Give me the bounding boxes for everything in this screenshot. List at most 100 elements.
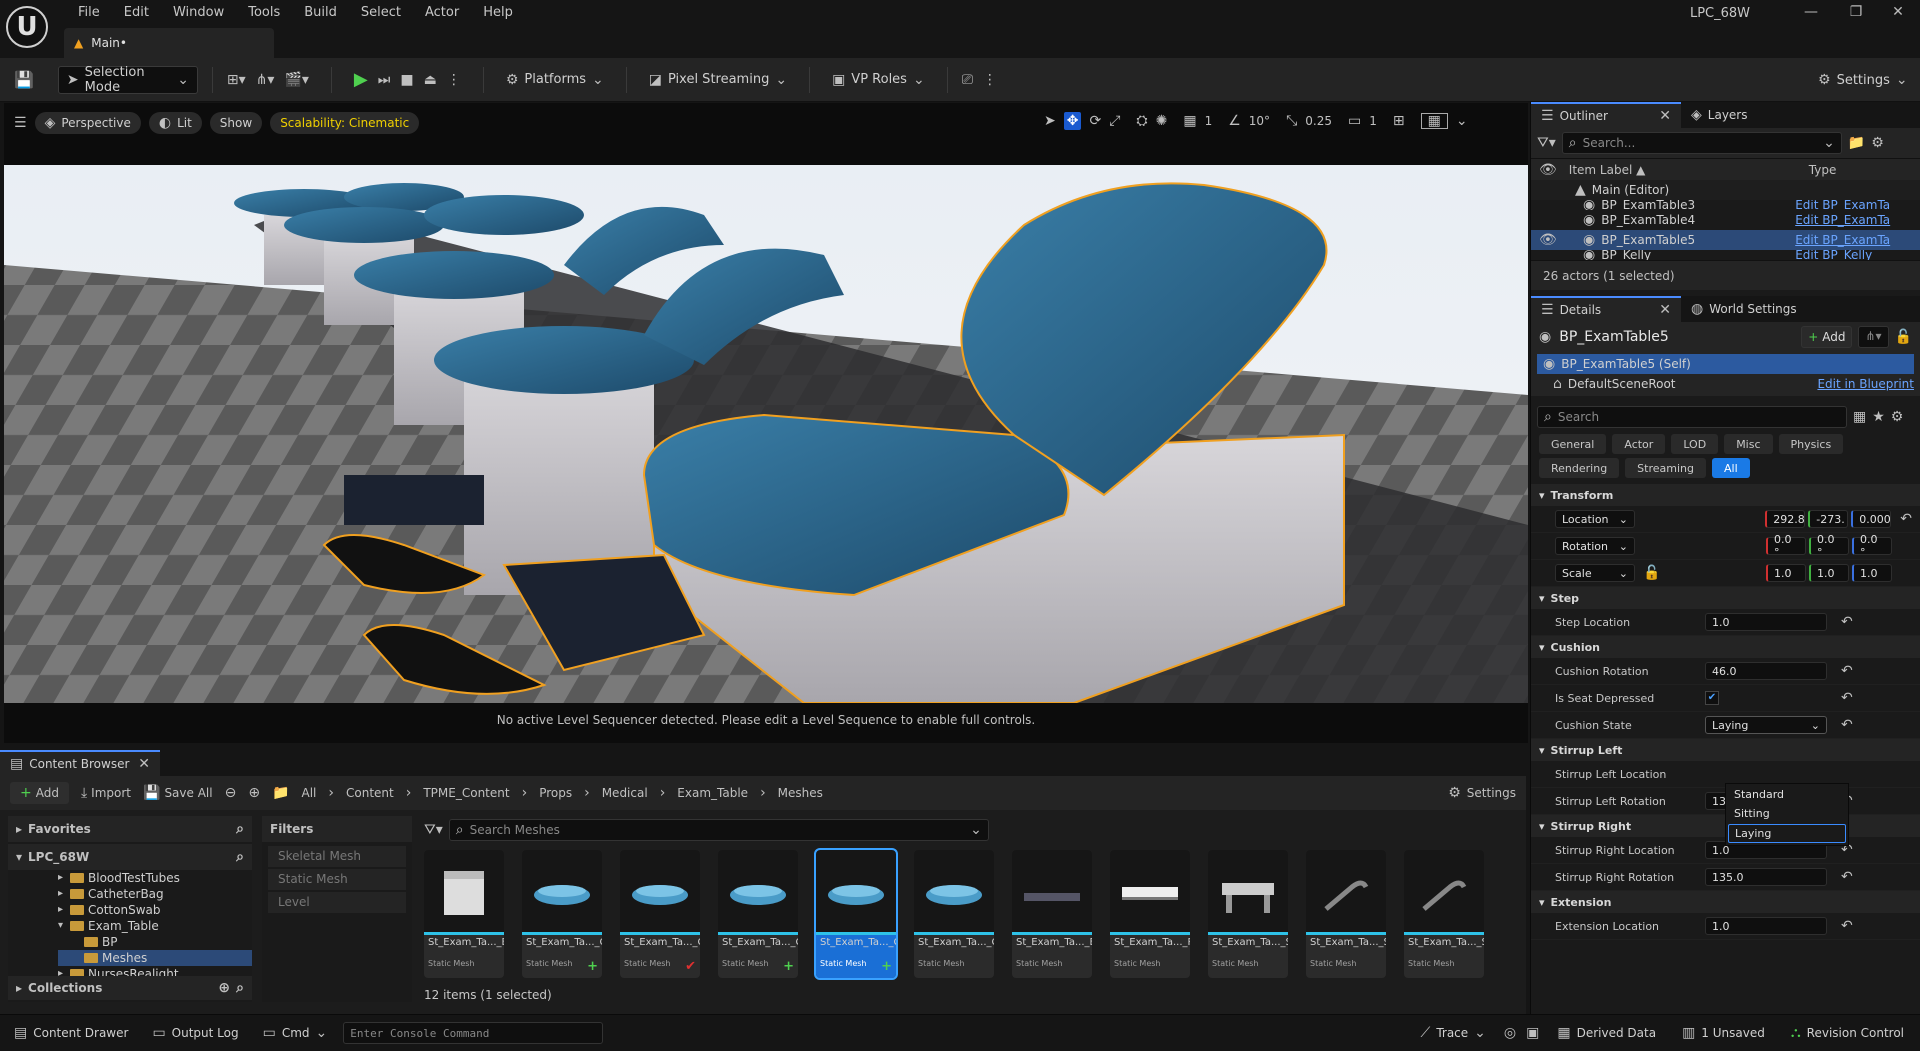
location-x[interactable]: 292.8	[1765, 510, 1806, 528]
filter-item[interactable]: Level	[268, 892, 406, 913]
save-icon[interactable]: 💾	[14, 71, 34, 88]
translate-tool-icon[interactable]: ✥	[1063, 112, 1082, 130]
col-type[interactable]: Type	[1809, 163, 1837, 177]
location-z[interactable]: 0.000	[1851, 510, 1892, 528]
section-step[interactable]: ▾ Step	[1531, 587, 1920, 609]
level-tab[interactable]: ▲ Main•	[64, 28, 274, 58]
eye-icon[interactable]: 👁	[1539, 233, 1557, 247]
menu-edit[interactable]: Edit	[112, 5, 161, 20]
maximize-viewport-icon[interactable]: ⊞	[1393, 114, 1405, 128]
close-icon[interactable]: ✕	[1882, 4, 1914, 28]
scale-dropdown[interactable]: Scale ⌄	[1555, 564, 1635, 582]
component-root[interactable]: ⌂ DefaultSceneRoot Edit in Blueprint	[1537, 374, 1914, 394]
project-header[interactable]: ▾ LPC_68W ⌕	[8, 844, 252, 870]
folder-tree-item[interactable]: Meshes	[58, 950, 252, 966]
section-extension[interactable]: ▾ Extension	[1531, 891, 1920, 913]
outliner-row[interactable]: 👁 ◉ BP_ExamTable5 Edit BP_ExamTa	[1531, 230, 1920, 250]
rotation-dropdown[interactable]: Rotation ⌄	[1555, 537, 1635, 555]
outliner-row[interactable]: 👁◉BP_ExamTable3Edit BP_ExamTa	[1531, 200, 1920, 210]
folder-tree-item[interactable]: ▸ CatheterBag	[58, 886, 252, 902]
stirrup-right-rotation-value[interactable]: 135.0	[1705, 868, 1827, 886]
stop-icon[interactable]: ■	[400, 73, 413, 87]
add-actor-icon[interactable]: ⊞▾	[227, 73, 246, 87]
menu-build[interactable]: Build	[292, 5, 349, 20]
menu-file[interactable]: File	[66, 5, 112, 20]
record-icon[interactable]: ◎	[1504, 1026, 1516, 1040]
scale-snap-icon[interactable]: ⤡	[1286, 114, 1297, 128]
outliner-row-type[interactable]: Edit BP_ExamTa	[1795, 213, 1890, 227]
outliner-row[interactable]: 👁◉BP_ExamTable4Edit BP_ExamTa	[1531, 210, 1920, 230]
content-drawer-button[interactable]: ▤ Content Drawer	[6, 1021, 136, 1045]
back-icon[interactable]: ⊖	[225, 786, 237, 800]
rotation-y[interactable]: 0.0 °	[1809, 533, 1849, 559]
category-misc[interactable]: Misc	[1724, 434, 1773, 454]
tab-layers[interactable]: ◈ Layers	[1681, 102, 1758, 128]
restore-icon[interactable]: ❐	[1840, 4, 1872, 28]
gear-icon[interactable]: ⚙	[1891, 410, 1904, 424]
cmd-dropdown[interactable]: ▭ Cmd ⌄	[255, 1021, 336, 1045]
asset-tile[interactable]: St_Exam_Ta..._Stirrup_A Static Mesh	[1306, 850, 1386, 978]
filter-icon[interactable]: ⛛▾	[1537, 136, 1556, 150]
step-icon[interactable]: ⏭	[378, 73, 391, 87]
breadcrumb-item[interactable]: Content	[346, 786, 394, 800]
outliner-row-type[interactable]: Edit BP_ExamTa	[1795, 200, 1890, 210]
is-seat-depressed-checkbox[interactable]: ✔	[1705, 691, 1719, 705]
scalability-button[interactable]: Scalability: Cinematic	[270, 112, 420, 134]
show-button[interactable]: Show	[209, 112, 263, 134]
dropdown-option-standard[interactable]: Standard	[1728, 786, 1846, 805]
location-y[interactable]: -273.	[1808, 510, 1849, 528]
section-cushion[interactable]: ▾ Cushion	[1531, 636, 1920, 658]
revision-control-button[interactable]: ⛬ Revision Control	[1783, 1021, 1912, 1045]
component-self[interactable]: ◉ BP_ExamTable5 (Self)	[1537, 354, 1914, 374]
details-search-input[interactable]: ⌕ Search	[1537, 406, 1847, 428]
settings-button[interactable]: ⚙ Settings ⌄	[1810, 66, 1916, 94]
grid-snap-value[interactable]: 1	[1205, 114, 1213, 128]
actor-name[interactable]: BP_ExamTable5	[1559, 329, 1669, 345]
breadcrumb-item[interactable]: Meshes	[778, 786, 823, 800]
outliner-search-input[interactable]: ⌕ Search... ⌄	[1561, 132, 1842, 154]
camera-speed-icon[interactable]: ▭	[1348, 114, 1361, 128]
asset-tile[interactable]: St_Exam_Ta..._Cussion_B... Static Mesh	[914, 850, 994, 978]
category-all[interactable]: All	[1711, 458, 1750, 478]
add-component-button[interactable]: + Add	[1801, 326, 1853, 348]
add-button[interactable]: + Add	[10, 782, 69, 804]
scale-z[interactable]: 1.0	[1852, 564, 1892, 582]
breadcrumb-item[interactable]: Exam_Table	[677, 786, 748, 800]
blueprint-icon[interactable]: ⋔▾	[256, 73, 275, 87]
search-icon[interactable]: ⌕	[236, 822, 244, 836]
lock-icon[interactable]: 🔓	[1643, 566, 1660, 580]
asset-tile[interactable]: St_Exam_Ta..._Extension Static Mesh	[1012, 850, 1092, 978]
unreal-logo-icon[interactable]: U	[6, 6, 48, 48]
close-icon[interactable]: ✕	[138, 757, 150, 771]
folder-tree-item[interactable]: ▸ BloodTestTubes	[58, 870, 252, 886]
close-icon[interactable]: ✕	[1659, 109, 1671, 123]
reset-icon[interactable]: ↶	[1841, 718, 1853, 732]
eject-icon[interactable]: ⏏	[424, 73, 437, 87]
vp-roles-menu[interactable]: ▣ VP Roles ⌄	[824, 66, 933, 94]
minimize-icon[interactable]: —	[1795, 4, 1827, 28]
filter-item[interactable]: Skeletal Mesh	[268, 846, 406, 867]
hamburger-icon[interactable]: ☰	[14, 116, 27, 130]
collections-header[interactable]: ▸ Collections ⊕ ⌕	[8, 976, 252, 1000]
rotate-tool-icon[interactable]: ⟳	[1089, 114, 1101, 128]
reset-icon[interactable]: ↶	[1841, 870, 1853, 884]
edit-blueprint-link[interactable]: Edit in Blueprint	[1817, 377, 1914, 391]
close-icon[interactable]: ✕	[1659, 303, 1671, 317]
console-input[interactable]: Enter Console Command	[343, 1022, 604, 1044]
step-location-value[interactable]: 1.0	[1705, 613, 1827, 631]
category-rendering[interactable]: Rendering	[1539, 458, 1620, 478]
unsaved-button[interactable]: ▥ 1 Unsaved	[1674, 1021, 1773, 1045]
tab-outliner[interactable]: ☰ Outliner ✕	[1531, 102, 1681, 128]
tab-details[interactable]: ☰ Details ✕	[1531, 296, 1681, 322]
menu-select[interactable]: Select	[349, 5, 413, 20]
more-options-icon[interactable]: ⋮	[983, 73, 997, 87]
outliner-row-type[interactable]: Edit BP_ExamTa	[1795, 233, 1890, 247]
output-log-button[interactable]: ▭ Output Log	[144, 1021, 246, 1045]
rotation-z[interactable]: 0.0 °	[1852, 533, 1892, 559]
star-icon[interactable]: ★	[1872, 410, 1885, 424]
select-tool-icon[interactable]: ➤	[1044, 114, 1056, 128]
level-viewport[interactable]: ☰ ◈ Perspective ◐ Lit Show Scalability: …	[4, 103, 1528, 743]
search-icon[interactable]: ⌕	[236, 850, 244, 864]
cb-settings-button[interactable]: ⚙ Settings	[1448, 786, 1516, 800]
category-physics[interactable]: Physics	[1778, 434, 1844, 454]
